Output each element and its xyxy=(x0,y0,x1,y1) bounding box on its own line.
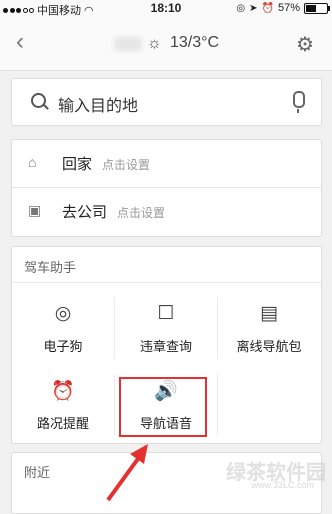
back-chevron-icon[interactable]: ‹ xyxy=(16,30,24,54)
status-bar: 中国移动 ◠ 18:10 ◎ ➤ ⏰ 57% xyxy=(0,0,332,18)
divider xyxy=(217,374,218,436)
city-name-blurred xyxy=(114,37,142,51)
battery-icon xyxy=(304,2,330,14)
section-title: 驾车助手 xyxy=(24,260,77,275)
place-home-hint: 点击设置 xyxy=(102,158,151,172)
tile-label: 违章查询 xyxy=(139,339,192,354)
highlight-box xyxy=(119,377,207,437)
violation-camera-icon: ☐ xyxy=(157,303,175,324)
saved-places: ⌂ 回家 点击设置 ▣ 去公司 点击设置 xyxy=(11,139,322,237)
nav-bar: ‹ ☼ 13/3°C ⚙ xyxy=(0,18,332,71)
microphone-icon[interactable] xyxy=(293,91,305,113)
search-placeholder[interactable]: 输入目的地 xyxy=(58,92,138,116)
tile-label: 路况提醒 xyxy=(36,416,89,431)
gear-icon[interactable]: ⚙ xyxy=(296,32,314,57)
tile-violation-query[interactable]: ☐ 违章查询 xyxy=(115,293,217,365)
home-icon: ⌂ xyxy=(28,154,37,170)
tile-label: 电子狗 xyxy=(43,339,83,354)
tile-traffic-alert[interactable]: ⏰ 路况提醒 xyxy=(12,370,114,442)
status-right: ◎ ➤ ⏰ 57% xyxy=(236,2,330,14)
location-arrow-icon: ➤ xyxy=(249,2,258,14)
weather-temperature: 13/3°C xyxy=(170,34,220,51)
place-work-hint: 点击设置 xyxy=(117,206,166,220)
briefcase-icon: ▣ xyxy=(28,202,42,218)
battery-percent: 57% xyxy=(277,2,300,14)
divider xyxy=(12,282,321,283)
offline-package-icon: ▤ xyxy=(260,303,278,324)
destination-search-bar[interactable]: 输入目的地 xyxy=(11,78,322,126)
alarm-clock-icon: ⏰ xyxy=(51,381,75,402)
sun-icon: ☼ xyxy=(147,35,162,52)
alarm-icon: ⏰ xyxy=(261,2,274,14)
place-home[interactable]: ⌂ 回家 点击设置 xyxy=(12,140,321,188)
place-home-label: 回家 xyxy=(62,156,93,173)
tile-offline-package[interactable]: ▤ 离线导航包 xyxy=(218,293,320,365)
place-work[interactable]: ▣ 去公司 点击设置 xyxy=(12,188,321,236)
watermark-url: www.33LC.com xyxy=(251,480,314,490)
section-title: 附近 xyxy=(24,465,51,480)
search-icon xyxy=(31,93,46,108)
camera-icon: ◎ xyxy=(54,303,72,324)
lock-rotation-icon: ◎ xyxy=(236,2,246,14)
tile-label: 离线导航包 xyxy=(236,339,302,354)
red-arrow-annotation xyxy=(106,444,148,501)
place-work-label: 去公司 xyxy=(62,204,108,221)
tile-electronic-dog[interactable]: ◎ 电子狗 xyxy=(12,293,114,365)
